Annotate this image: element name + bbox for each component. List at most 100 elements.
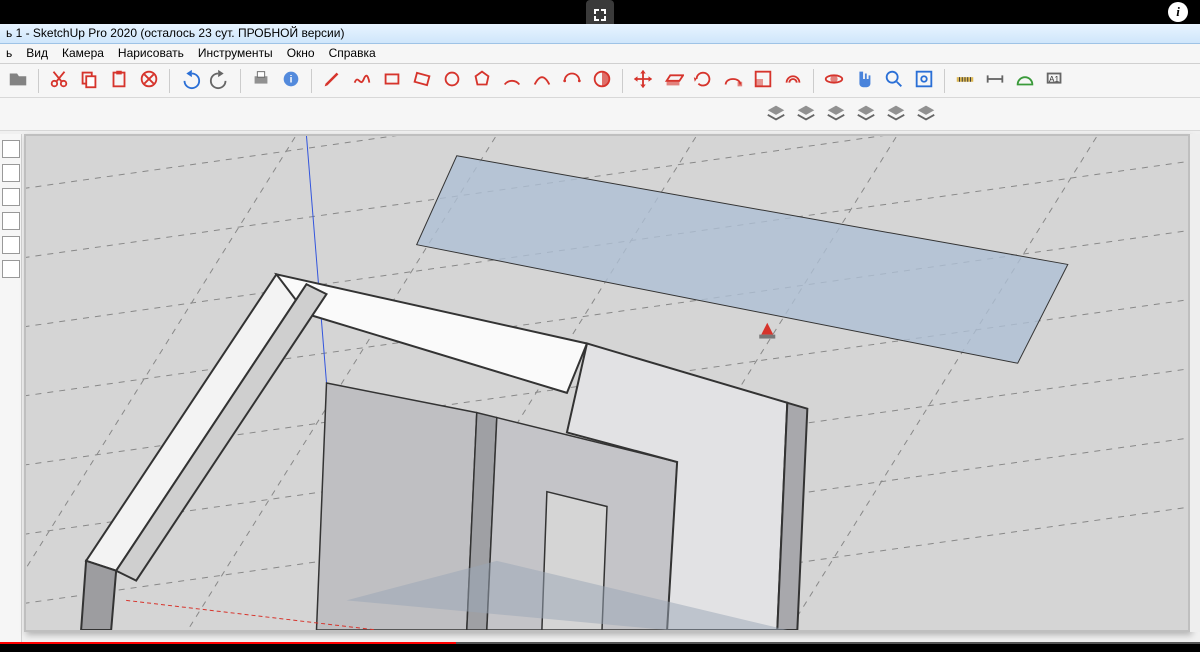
menu-item[interactable]: ь [4, 46, 14, 61]
toolbar-separator [169, 69, 170, 93]
text-label-icon: A1 [1044, 68, 1066, 93]
scale-icon [752, 68, 774, 93]
zoom-button[interactable] [880, 67, 908, 95]
vertical-scrollbar[interactable] [1190, 134, 1200, 632]
circle-icon [441, 68, 463, 93]
svg-text:i: i [290, 75, 293, 86]
undo-button[interactable] [176, 67, 204, 95]
push-pull-icon [662, 68, 684, 93]
toolbar-separator [622, 69, 623, 93]
model-info-button[interactable]: i [277, 67, 305, 95]
follow-me-icon [722, 68, 744, 93]
push-pull-button[interactable] [659, 67, 687, 95]
rotated-rectangle-button[interactable] [408, 67, 436, 95]
offset-button[interactable] [779, 67, 807, 95]
move-button[interactable] [629, 67, 657, 95]
protractor-button[interactable] [1011, 67, 1039, 95]
view-home-button[interactable] [2, 164, 20, 182]
orbit-button[interactable] [820, 67, 848, 95]
pan-button[interactable] [850, 67, 878, 95]
video-progress-bar[interactable] [0, 642, 1200, 644]
cut-button[interactable] [45, 67, 73, 95]
sketchup-window: ь 1 - SketchUp Pro 2020 (осталось 23 сут… [0, 24, 1200, 642]
arc-icon [501, 68, 523, 93]
window-title: ь 1 - SketchUp Pro 2020 (осталось 23 сут… [6, 26, 344, 40]
open-file-button[interactable] [4, 67, 32, 95]
pan-icon [853, 68, 875, 93]
toolbar-separator [38, 69, 39, 93]
rotate-button[interactable] [689, 67, 717, 95]
layer-iso-button[interactable] [762, 100, 790, 128]
layer-mono-button[interactable] [912, 100, 940, 128]
pie-icon [591, 68, 613, 93]
dimension-button[interactable] [981, 67, 1009, 95]
svg-text:A1: A1 [1049, 75, 1060, 84]
viewport-3d[interactable] [24, 134, 1190, 632]
layer-iso-icon [765, 102, 787, 127]
two-point-arc-button[interactable] [528, 67, 556, 95]
offset-icon [782, 68, 804, 93]
view-top-button[interactable] [2, 260, 20, 278]
polygon-icon [471, 68, 493, 93]
orbit-icon [823, 68, 845, 93]
main-toolbar: i A1 [0, 64, 1200, 98]
view-iso-button[interactable] [2, 236, 20, 254]
delete-circle-button[interactable] [135, 67, 163, 95]
paste-icon [108, 68, 130, 93]
redo-button[interactable] [206, 67, 234, 95]
follow-me-button[interactable] [719, 67, 747, 95]
copy-icon [78, 68, 100, 93]
menu-item[interactable]: Инструменты [196, 46, 275, 61]
zoom-extents-button[interactable] [910, 67, 938, 95]
video-frame: i ь 1 - SketchUp Pro 2020 (осталось 23 с… [0, 0, 1200, 652]
layer-mono-icon [915, 102, 937, 127]
open-file-icon [7, 68, 29, 93]
pencil-button[interactable] [318, 67, 346, 95]
menu-item[interactable]: Окно [285, 46, 317, 61]
three-point-arc-icon [561, 68, 583, 93]
cut-icon [48, 68, 70, 93]
scale-button[interactable] [749, 67, 777, 95]
rotated-rectangle-icon [411, 68, 433, 93]
toolbar-separator [813, 69, 814, 93]
arc-button[interactable] [498, 67, 526, 95]
rectangle-icon [381, 68, 403, 93]
rectangle-button[interactable] [378, 67, 406, 95]
menu-item[interactable]: Нарисовать [116, 46, 186, 61]
paste-button[interactable] [105, 67, 133, 95]
print-button[interactable] [247, 67, 275, 95]
style-toolbar [0, 98, 1200, 131]
model-info-icon: i [280, 68, 302, 93]
tape-measure-icon [954, 68, 976, 93]
freehand-button[interactable] [348, 67, 376, 95]
undo-icon [179, 68, 201, 93]
menu-item[interactable]: Справка [327, 46, 378, 61]
circle-button[interactable] [438, 67, 466, 95]
redo-icon [209, 68, 231, 93]
pencil-icon [321, 68, 343, 93]
menu-item[interactable]: Камера [60, 46, 106, 61]
layer-shaded-button[interactable] [852, 100, 880, 128]
view-back-button[interactable] [2, 188, 20, 206]
view-front-button[interactable] [2, 212, 20, 230]
delete-circle-icon [138, 68, 160, 93]
layer-wire-icon [795, 102, 817, 127]
left-toolbar [0, 134, 22, 642]
tape-measure-button[interactable] [951, 67, 979, 95]
layer-tex-button[interactable] [882, 100, 910, 128]
layer-wire-button[interactable] [792, 100, 820, 128]
polygon-button[interactable] [468, 67, 496, 95]
window-titlebar: ь 1 - SketchUp Pro 2020 (осталось 23 сут… [0, 24, 1200, 44]
protractor-icon [1014, 68, 1036, 93]
menu-item[interactable]: Вид [24, 46, 50, 61]
print-icon [250, 68, 272, 93]
info-icon[interactable]: i [1168, 2, 1188, 22]
text-label-button[interactable]: A1 [1041, 67, 1069, 95]
menu-bar[interactable]: ь Вид Камера Нарисовать Инструменты Окно… [0, 44, 1200, 64]
pie-button[interactable] [588, 67, 616, 95]
rotate-icon [692, 68, 714, 93]
view-select-button[interactable] [2, 140, 20, 158]
layer-hidden-button[interactable] [822, 100, 850, 128]
three-point-arc-button[interactable] [558, 67, 586, 95]
copy-button[interactable] [75, 67, 103, 95]
